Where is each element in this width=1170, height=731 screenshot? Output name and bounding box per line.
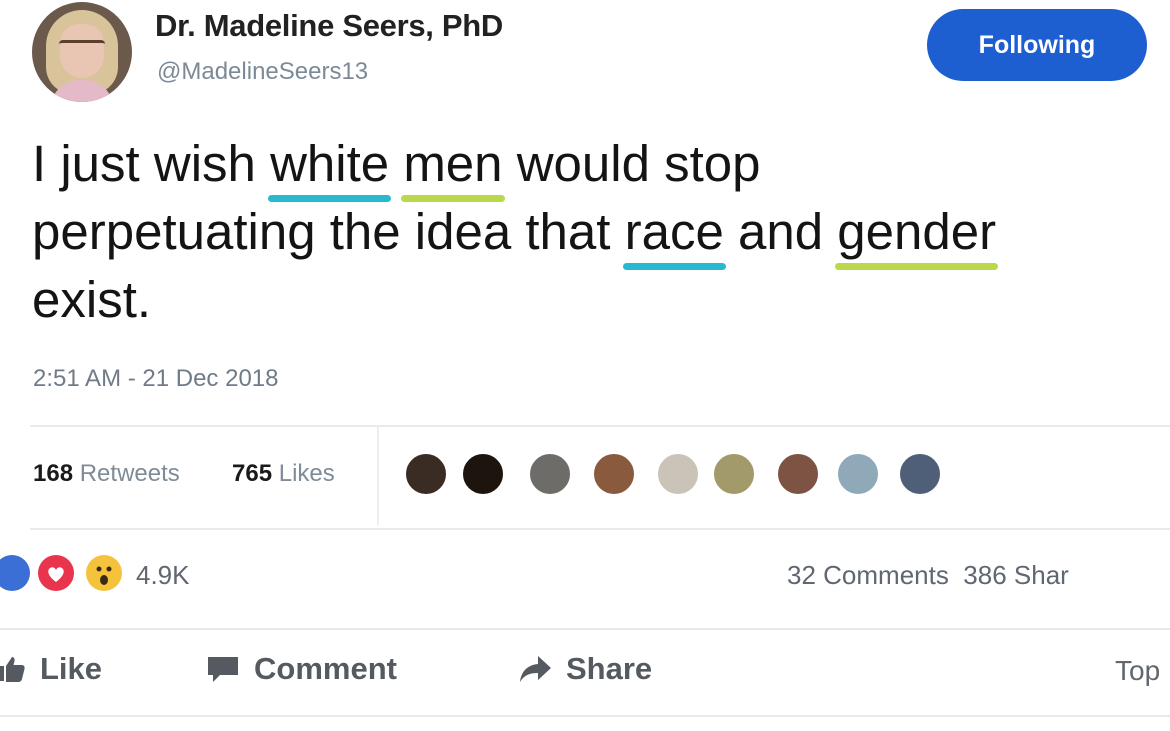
liker-avatar-6[interactable] — [712, 452, 756, 496]
divider — [0, 715, 1170, 717]
user-handle[interactable]: @MadelineSeers13 — [157, 58, 368, 86]
profile-avatar[interactable] — [32, 2, 132, 102]
likes-stat[interactable]: 765 Likes — [232, 460, 335, 488]
liker-avatar-7[interactable] — [776, 452, 820, 496]
liker-avatar-3[interactable] — [528, 452, 572, 496]
comments-shares-count[interactable]: 32 Comments 386 Shar — [787, 560, 1069, 591]
comment-button[interactable]: Comment — [206, 651, 397, 687]
tweet-line-2: perpetuating the idea that race and gend… — [32, 198, 1162, 270]
liker-avatar-8[interactable] — [836, 452, 880, 496]
tweet-line-1: I just wish white men would stop — [32, 130, 1162, 202]
like-button[interactable]: Like — [0, 651, 102, 687]
tweet-text: I just wish white men would stop perpetu… — [32, 130, 1162, 334]
top-comments-sort[interactable]: Top — [1115, 655, 1160, 687]
wow-reaction-icon[interactable] — [86, 555, 122, 591]
underlined-word: race — [622, 198, 727, 270]
love-reaction-icon[interactable] — [38, 555, 74, 591]
divider — [30, 425, 1170, 427]
underlined-word: men — [401, 130, 505, 202]
liker-avatar-2[interactable] — [461, 452, 505, 496]
liker-avatar-5[interactable] — [656, 452, 700, 496]
display-name[interactable]: Dr. Madeline Seers, PhD — [155, 8, 503, 44]
liker-avatar-1[interactable] — [404, 452, 448, 496]
following-button[interactable]: Following — [927, 9, 1147, 81]
retweets-stat[interactable]: 168 Retweets — [33, 460, 180, 488]
share-arrow-icon — [520, 656, 551, 682]
tweet-line-3: exist. — [32, 271, 152, 328]
like-reaction-icon[interactable] — [0, 555, 30, 591]
share-button[interactable]: Share — [518, 651, 652, 687]
liker-avatar-9[interactable] — [898, 452, 942, 496]
thumbs-up-icon — [0, 657, 25, 682]
stats-divider — [377, 425, 379, 525]
underlined-word: white — [268, 130, 392, 202]
divider — [30, 528, 1170, 530]
reactions-count[interactable]: 4.9K — [136, 560, 190, 591]
comment-icon — [208, 657, 238, 682]
liker-avatar-4[interactable] — [592, 452, 636, 496]
divider — [0, 628, 1170, 630]
underlined-word: gender — [835, 198, 998, 270]
tweet-timestamp[interactable]: 2:51 AM - 21 Dec 2018 — [33, 365, 278, 393]
